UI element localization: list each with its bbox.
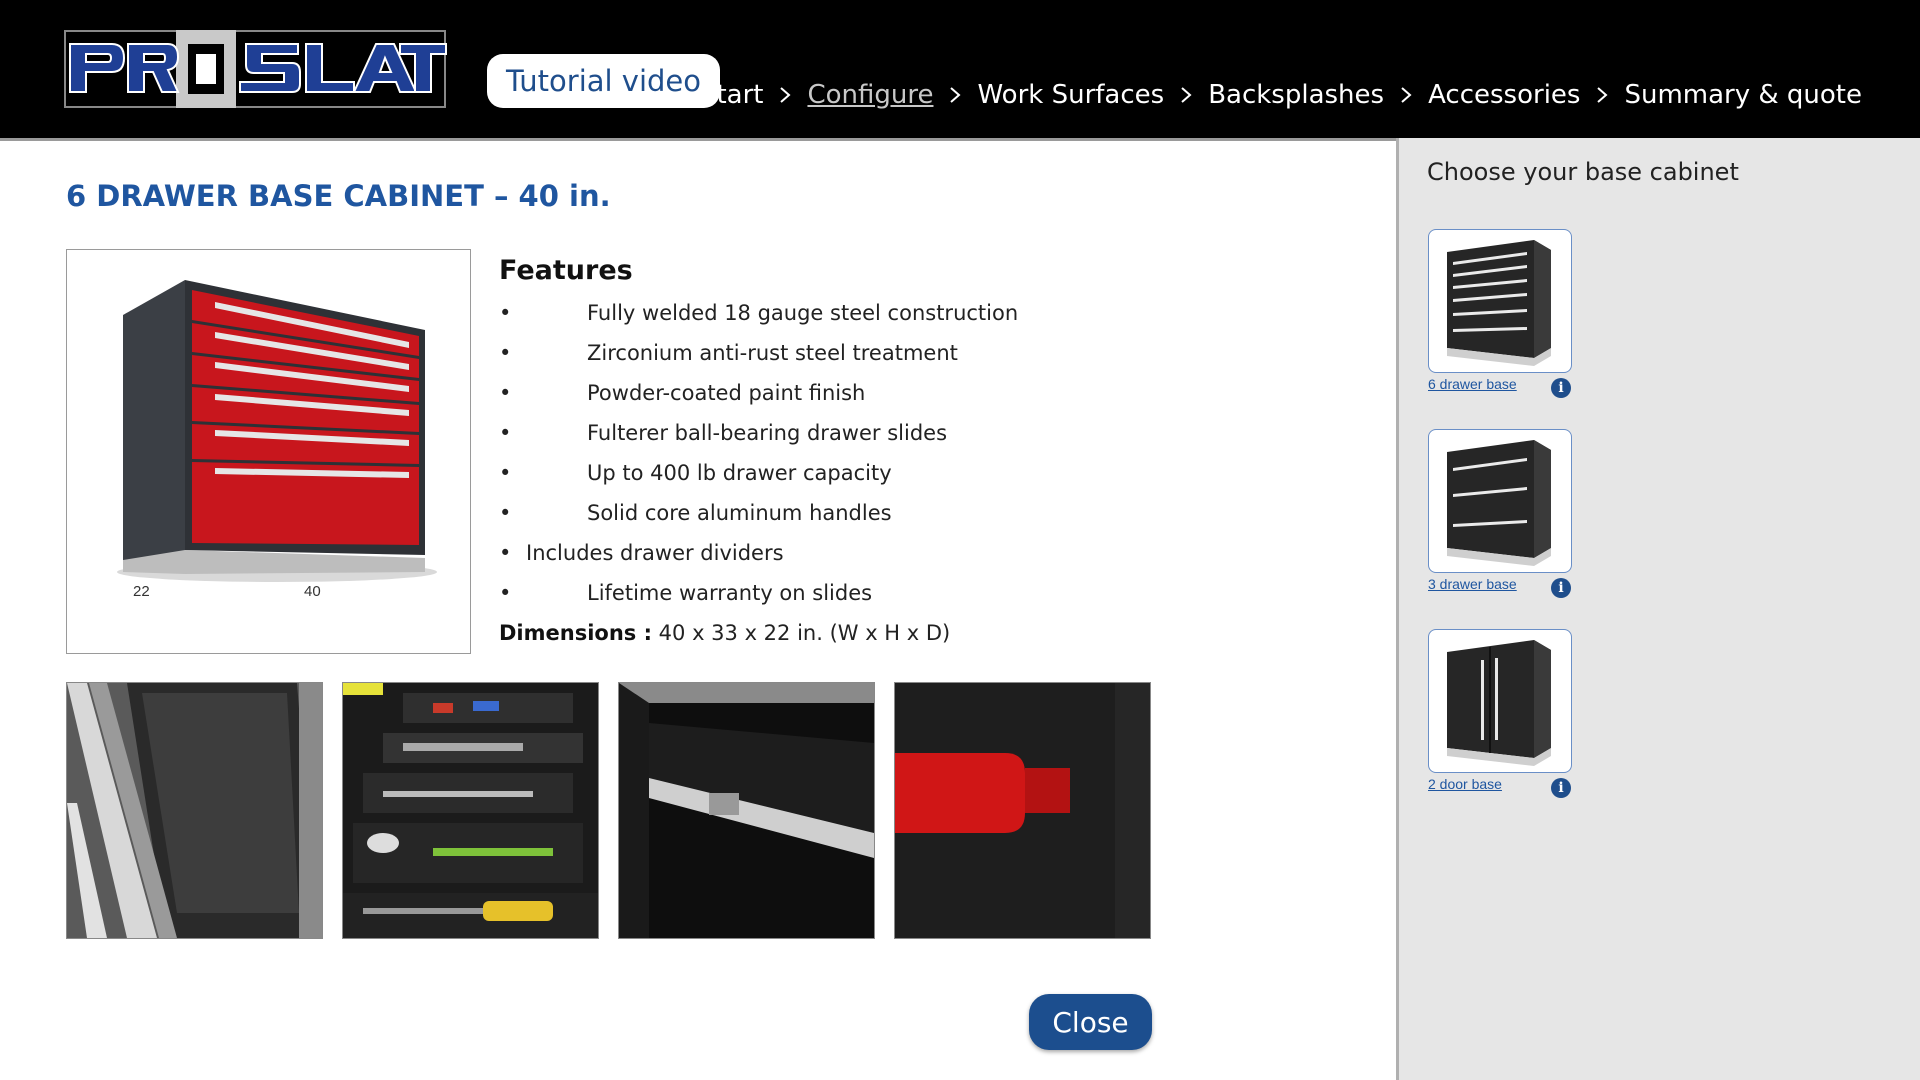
bullet: • xyxy=(499,581,512,605)
option-card-6-drawer[interactable] xyxy=(1428,229,1572,373)
option-2-door-base: 2 door base i xyxy=(1428,629,1578,798)
bullet: • xyxy=(499,461,512,485)
feature-item: • Solid core aluminum handles xyxy=(499,493,1319,533)
dimensions-label: Dimensions : xyxy=(499,621,652,645)
feature-item: • Fully welded 18 gauge steel constructio… xyxy=(499,293,1319,333)
bullet: • xyxy=(499,541,512,565)
option-6-drawer-base: 6 drawer base i xyxy=(1428,229,1578,398)
breadcrumb: Start Configure Work Surfaces Backsplash… xyxy=(700,72,1862,118)
feature-item: • Includes drawer dividers xyxy=(499,533,1319,573)
breadcrumb-accessories[interactable]: Accessories xyxy=(1428,80,1580,110)
option-label-2-door[interactable]: 2 door base xyxy=(1428,776,1502,792)
feature-text: Solid core aluminum handles xyxy=(587,501,892,525)
feature-text: Powder-coated paint finish xyxy=(587,381,866,405)
proslat-logo[interactable] xyxy=(64,30,448,110)
bullet: • xyxy=(499,341,512,365)
dimensions-value: 40 x 33 x 22 in. (W x H x D) xyxy=(652,621,951,645)
bullet: • xyxy=(499,381,512,405)
features-list: • Fully welded 18 gauge steel constructio… xyxy=(499,293,1319,613)
tutorial-video-button[interactable]: Tutorial video xyxy=(487,54,720,108)
option-card-3-drawer[interactable] xyxy=(1428,429,1572,573)
feature-text: Fulterer ball-bearing drawer slides xyxy=(587,421,948,445)
feature-text: Up to 400 lb drawer capacity xyxy=(587,461,892,485)
chevron-right-icon xyxy=(1384,86,1428,104)
option-3-drawer-base: 3 drawer base i xyxy=(1428,429,1578,598)
feature-text: Zirconium anti-rust steel treatment xyxy=(587,341,958,365)
bullet: • xyxy=(499,301,512,325)
chevron-right-icon xyxy=(763,86,807,104)
bullet: • xyxy=(499,421,512,445)
chevron-right-icon xyxy=(1580,86,1624,104)
gallery-thumb-drawer-liner[interactable] xyxy=(66,682,323,939)
chevron-right-icon xyxy=(1164,86,1208,104)
close-button[interactable]: Close xyxy=(1029,994,1152,1050)
feature-text: Fully welded 18 gauge steel construction xyxy=(587,301,1019,325)
breadcrumb-backsplashes[interactable]: Backsplashes xyxy=(1208,80,1384,110)
breadcrumb-summary-quote[interactable]: Summary & quote xyxy=(1624,80,1862,110)
top-header: Tutorial video Start Configure Work Surf… xyxy=(0,0,1920,138)
feature-text: Includes drawer dividers xyxy=(526,541,784,565)
chevron-right-icon xyxy=(933,86,977,104)
product-gallery xyxy=(66,682,1170,939)
product-main-image: 22 40 xyxy=(66,249,471,654)
product-detail-panel: 6 DRAWER BASE CABINET – 40 in. 22 40 Fea… xyxy=(0,138,1396,1080)
info-icon[interactable]: i xyxy=(1551,378,1571,398)
feature-item: • Fulterer ball-bearing drawer slides xyxy=(499,413,1319,453)
breadcrumb-configure[interactable]: Configure xyxy=(807,80,933,110)
gallery-thumb-drawer-slide[interactable] xyxy=(618,682,875,939)
breadcrumb-start[interactable]: Start xyxy=(700,80,764,110)
option-card-2-door[interactable] xyxy=(1428,629,1572,773)
option-label-3-drawer[interactable]: 3 drawer base xyxy=(1428,576,1517,592)
dimensions-line: Dimensions : 40 x 33 x 22 in. (W x H x D… xyxy=(499,613,1319,653)
feature-text: Lifetime warranty on slides xyxy=(587,581,873,605)
depth-dimension-label: 22 xyxy=(133,583,150,600)
gallery-thumb-red-handle[interactable] xyxy=(894,682,1151,939)
feature-item: • Lifetime warranty on slides xyxy=(499,573,1319,613)
product-title: 6 DRAWER BASE CABINET – 40 in. xyxy=(66,179,611,213)
features-heading: Features xyxy=(499,255,633,286)
base-cabinet-sidebar: Choose your base cabinet 6 drawer base i xyxy=(1396,138,1920,1080)
feature-item: • Up to 400 lb drawer capacity xyxy=(499,453,1319,493)
features-section: Features • Fully welded 18 gauge steel co… xyxy=(499,249,1319,653)
gallery-thumb-drawer-dividers[interactable] xyxy=(342,682,599,939)
option-label-6-drawer[interactable]: 6 drawer base xyxy=(1428,376,1517,392)
info-icon[interactable]: i xyxy=(1551,778,1571,798)
sidebar-title: Choose your base cabinet xyxy=(1427,158,1739,186)
breadcrumb-work-surfaces[interactable]: Work Surfaces xyxy=(977,80,1164,110)
width-dimension-label: 40 xyxy=(304,583,321,600)
feature-item: • Powder-coated paint finish xyxy=(499,373,1319,413)
info-icon[interactable]: i xyxy=(1551,578,1571,598)
bullet: • xyxy=(499,501,512,525)
feature-item: • Zirconium anti-rust steel treatment xyxy=(499,333,1319,373)
